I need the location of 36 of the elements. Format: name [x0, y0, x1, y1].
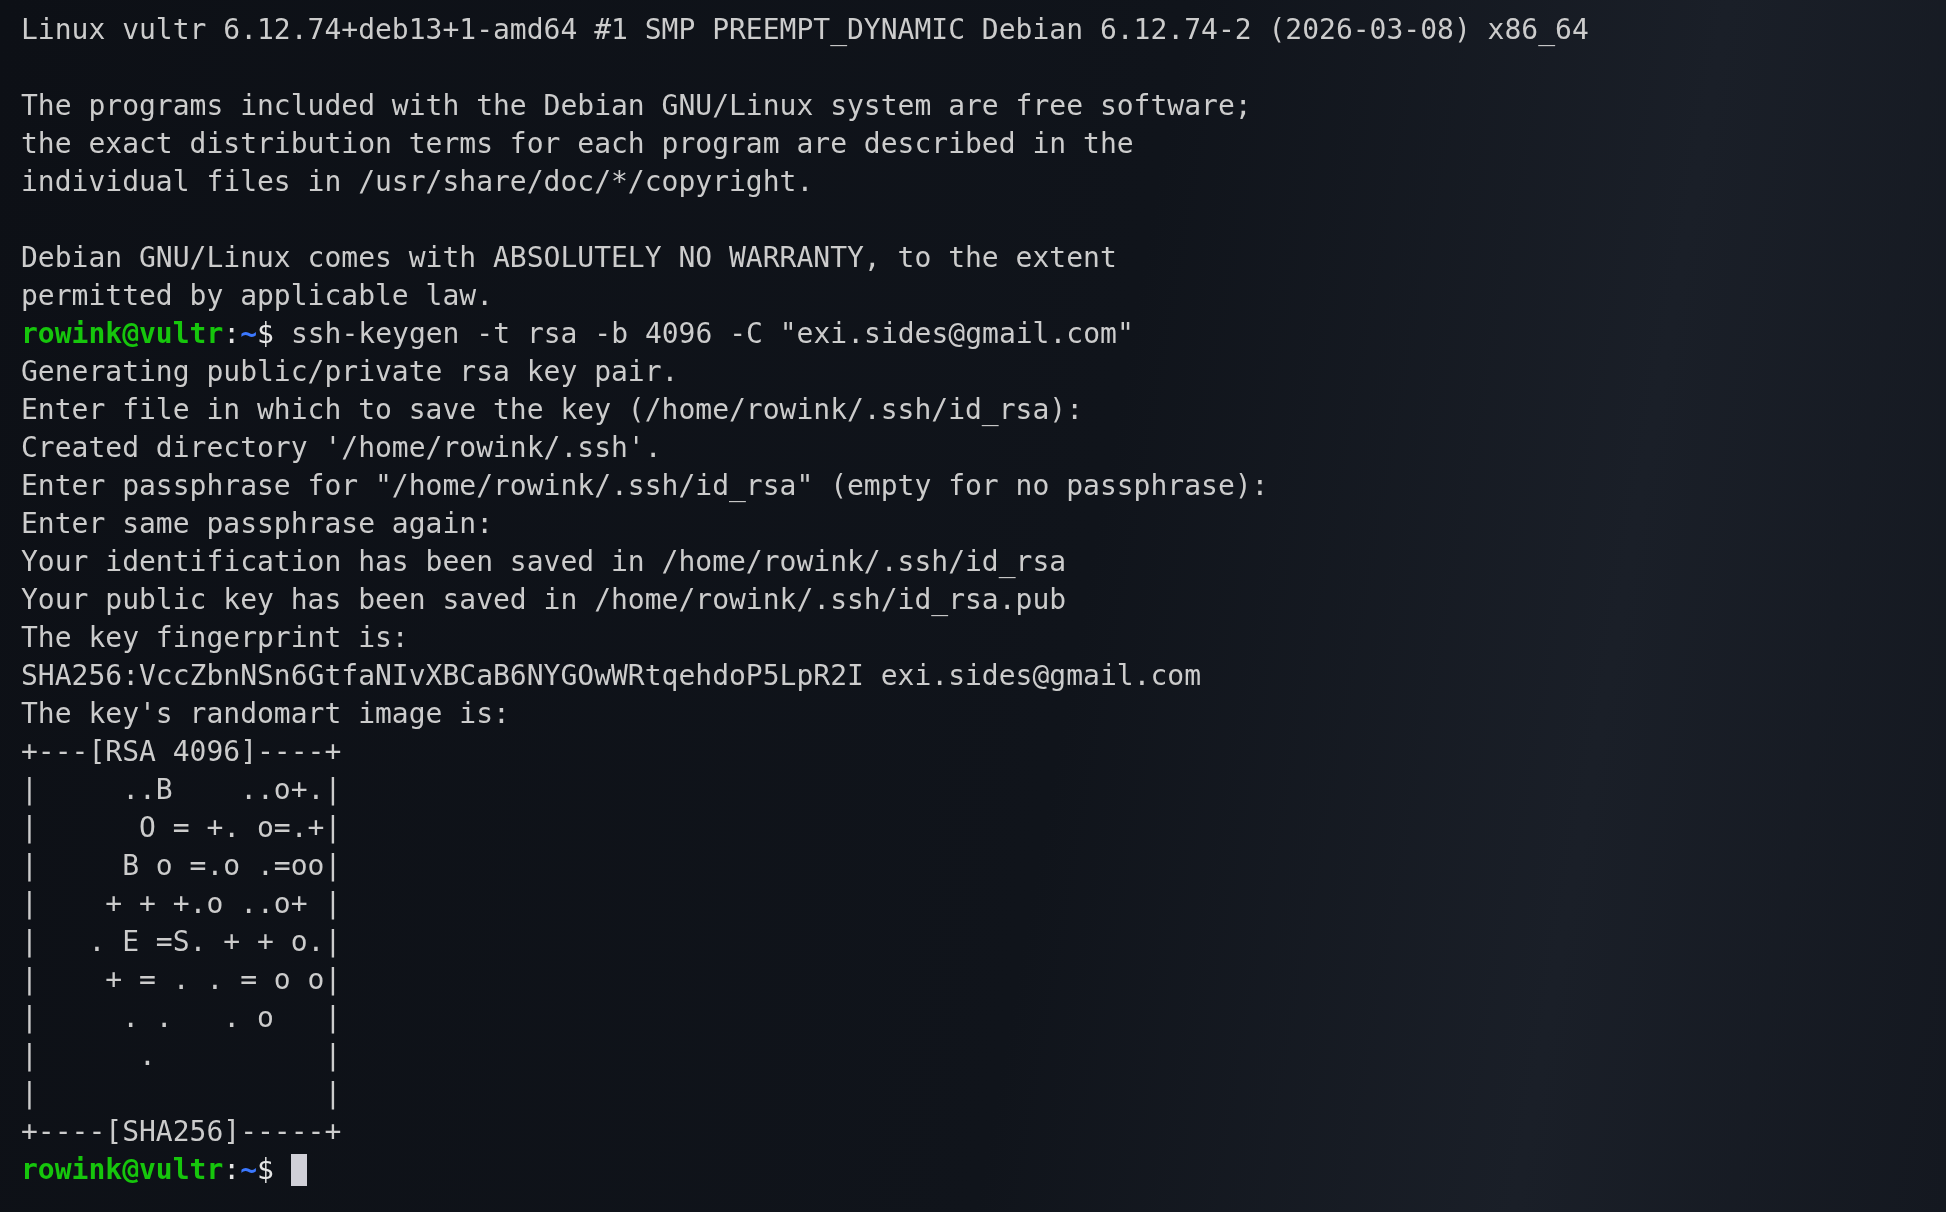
terminal-line: | O = +. o=.+|: [21, 810, 342, 846]
prompt-separator: :: [223, 1152, 241, 1188]
terminal-line: Enter file in which to save the key (/home/rowink/.ssh/id_rsa):: [21, 392, 1084, 428]
terminal-line: The key fingerprint is:: [21, 620, 409, 656]
terminal-line: Enter passphrase for "/home/rowink/.ssh/id_rsa" (empty for no passphrase):: [21, 468, 1269, 504]
terminal-line: Created directory '/home/rowink/.ssh'.: [21, 430, 662, 466]
prompt-user: rowink@vultr: [21, 316, 224, 352]
terminal-line: Your public key has been saved in /home/rowink/.ssh/id_rsa.pub: [21, 582, 1067, 618]
terminal-line: | . . . o |: [21, 1000, 342, 1036]
terminal-line: the exact distribution terms for each program are described in the: [21, 126, 1134, 162]
terminal-line: | + = . . = o o|: [21, 962, 342, 998]
terminal-line: Linux vultr 6.12.74+deb13+1-amd64 #1 SMP PREEMPT_DYNAMIC Debian 6.12.74-2 (2026-03-08) x86_64: [21, 12, 1589, 48]
terminal-line: | . E =S. + + o.|: [21, 924, 342, 960]
prompt-symbol: $: [257, 316, 274, 352]
prompt-path: ~: [240, 1152, 257, 1188]
terminal-line: Enter same passphrase again:: [21, 506, 493, 542]
prompt-symbol: $: [257, 1152, 274, 1188]
terminal-line: The key's randomart image is:: [21, 696, 510, 732]
terminal-line: The programs included with the Debian GNU/Linux system are free software;: [21, 88, 1252, 124]
terminal-line: +----[SHA256]-----+: [21, 1114, 342, 1150]
terminal-line: individual files in /usr/share/doc/*/copyright.: [21, 164, 814, 200]
terminal-line: | + + +.o ..o+ |: [21, 886, 342, 922]
terminal-line: | . |: [21, 1038, 342, 1074]
terminal-line: permitted by applicable law.: [21, 278, 493, 314]
terminal-line: | |: [21, 1076, 342, 1112]
terminal-line: Your identification has been saved in /home/rowink/.ssh/id_rsa: [21, 544, 1067, 580]
prompt-user: rowink@vultr: [21, 1152, 224, 1188]
command-text: ssh-keygen -t rsa -b 4096 -C "exi.sides@gmail.com": [290, 316, 1134, 352]
terminal-line: SHA256:VccZbnNSn6GtfaNIvXBCaB6NYGOwWRtqehdoP5LpR2I exi.sides@gmail.com: [21, 658, 1202, 694]
terminal-line: +---[RSA 4096]----+: [21, 734, 342, 770]
prompt-separator: :: [223, 316, 241, 352]
prompt-path: ~: [240, 316, 257, 352]
terminal-line: Generating public/private rsa key pair.: [21, 354, 679, 390]
terminal-line: | ..B ..o+.|: [21, 772, 342, 808]
terminal-line: Debian GNU/Linux comes with ABSOLUTELY NO WARRANTY, to the extent: [21, 240, 1117, 276]
terminal-line: | B o =.o .=oo|: [21, 848, 342, 884]
